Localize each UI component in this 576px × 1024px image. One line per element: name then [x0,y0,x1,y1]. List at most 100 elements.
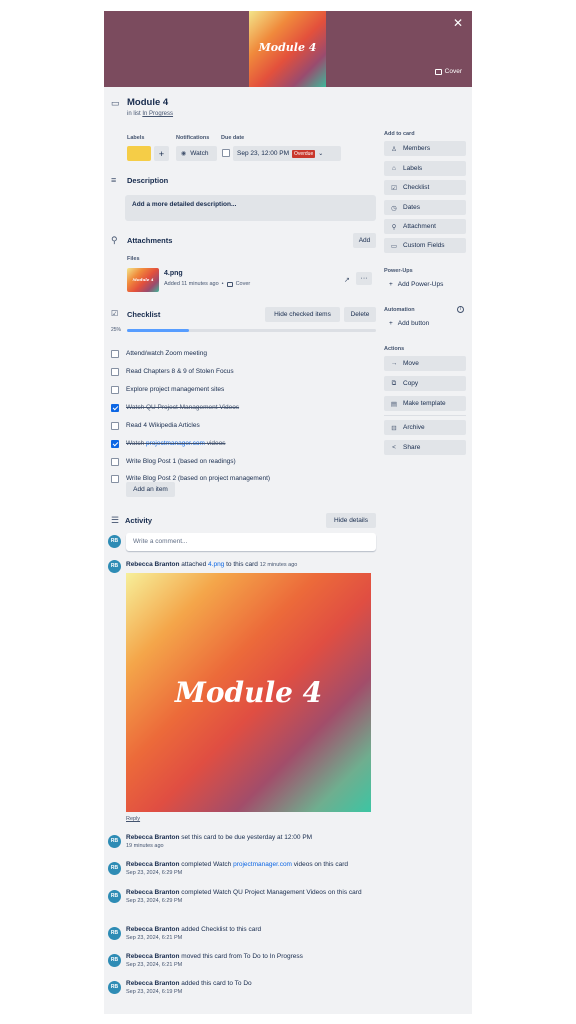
move-button[interactable]: → Move [384,356,466,371]
avatar: RB [108,835,121,848]
checklist-item[interactable]: Watch projectmanager.com videos [126,440,226,447]
add-label-button[interactable]: + [154,146,169,161]
more-icon[interactable]: ··· [356,272,372,285]
in-list: in list In Progress [127,111,173,117]
file-thumbnail[interactable]: Module 4 [127,268,159,292]
close-icon[interactable]: ✕ [451,16,465,30]
checklist-item[interactable]: Read Chapters 8 & 9 of Stolen Focus [126,368,234,375]
activity-link[interactable]: projectmanager.com [233,861,292,868]
activity-text: completed Watch [181,861,232,868]
checklist-item-link[interactable]: projectmanager.com [146,440,205,447]
checklist-item[interactable]: Write Blog Post 1 (based on readings) [126,458,236,465]
labels-label: Labels [403,165,423,172]
overdue-badge: Overdue [292,149,316,158]
checklist-button[interactable]: ☑ Checklist [384,180,466,195]
checklist-item-text: Read 4 Wikipedia Articles [126,422,200,429]
attachment-link[interactable]: 4.png [208,561,224,568]
checklist-item[interactable]: Read 4 Wikipedia Articles [126,422,200,429]
copy-button[interactable]: ⧉ Copy [384,376,466,391]
add-attachment-button[interactable]: Add [353,233,376,248]
paperclip-icon: ⚲ [111,235,118,245]
checklist-item-text: Watch [126,440,145,447]
file-cover-label: Cover [235,281,251,287]
checklist-item-checkbox[interactable] [111,422,119,430]
preview-image-text: Module 4 [174,676,323,709]
attachment-label: Attachment [403,223,436,230]
delete-checklist-button[interactable]: Delete [344,307,376,322]
labels-button[interactable]: ⌂ Labels [384,161,466,176]
activity-entry: Rebecca Branton added this card to To Do… [126,979,376,996]
files-heading: Files [127,256,140,262]
activity-user: Rebecca Branton [126,861,180,868]
description-input[interactable]: Add a more detailed description... [125,195,376,221]
add-item-button[interactable]: Add an item [126,482,175,497]
checklist-item-checkbox[interactable] [111,475,119,483]
activity-user: Rebecca Branton [126,889,180,896]
checklist-item-text: Write Blog Post 2 (based on project mana… [126,475,271,482]
share-label: Share [403,444,421,451]
checklist-item[interactable]: Watch QU Project Management Videos [126,404,239,411]
file-name[interactable]: 4.png [164,270,183,277]
thumbnail-text: Module 4 [132,277,154,282]
avatar: RB [108,890,121,903]
checklist-item-text: Read Chapters 8 & 9 of Stolen Focus [126,368,234,375]
checklist-item-checkbox[interactable] [111,386,119,394]
info-icon[interactable]: i [457,306,464,313]
hide-checked-button[interactable]: Hide checked items [265,307,340,322]
watch-label: Watch [190,150,209,157]
add-to-card-heading: Add to card [384,131,415,137]
due-heading: Due date [221,135,245,141]
add-button-label: Add button [397,320,430,327]
checklist-item-checkbox[interactable] [111,440,119,448]
make-template-button[interactable]: ▤ Make template [384,396,466,411]
list-link[interactable]: In Progress [142,111,173,117]
cover-image: Module 4 [249,11,326,87]
share-button[interactable]: < Share [384,440,466,455]
dates-button[interactable]: ◷ Dates [384,200,466,215]
automation-heading: Automation [384,307,415,313]
activity-attach-post: to this card [226,561,258,568]
checklist-item[interactable]: Write Blog Post 2 (based on project mana… [126,475,270,482]
activity-user: Rebecca Branton [126,834,180,841]
hide-details-button[interactable]: Hide details [326,513,376,528]
attachments-heading: Attachments [127,236,173,245]
attachment-preview-image[interactable]: Module 4 [126,573,371,812]
activity-time: Sep 23, 2024, 6:19 PM [126,989,183,995]
checklist-item[interactable]: Explore project management sites [126,386,224,393]
paperclip-icon: ⚲ [391,223,397,231]
checklist-item-checkbox[interactable] [111,458,119,466]
person-icon: ♙ [391,145,397,153]
card-title[interactable]: Module 4 [127,97,168,108]
activity-attach-pre: attached [181,561,207,568]
due-complete-checkbox[interactable] [222,149,230,157]
checklist-item-checkbox[interactable] [111,404,119,412]
in-list-prefix: in list [127,111,141,117]
label-chip[interactable] [127,146,151,161]
open-external-icon[interactable]: ↗ [344,276,350,284]
avatar: RB [108,560,121,573]
archive-button[interactable]: ⊟ Archive [384,420,466,435]
checklist-item[interactable]: Attend/watch Zoom meeting [126,350,207,357]
reply-link[interactable]: Reply [126,816,140,822]
share-icon: < [392,444,396,451]
add-powerups-button[interactable]: + Add Power-Ups [389,281,443,288]
cover-button[interactable]: Cover [434,68,462,75]
archive-icon: ⊟ [391,424,397,432]
tag-icon: ⌂ [392,165,396,172]
watch-button[interactable]: ◉ Watch [176,146,217,161]
activity-text: added Checklist to this card [181,926,262,933]
members-button[interactable]: ♙ Members [384,141,466,156]
attachment-button[interactable]: ⚲ Attachment [384,219,466,234]
add-button-button[interactable]: + Add button [389,320,429,327]
due-date-button[interactable]: Sep 23, 12:00 PM Overdue ⌄ [233,146,341,161]
checklist-heading: Checklist [127,310,161,319]
avatar: RB [108,927,121,940]
comment-input[interactable]: Write a comment... [126,533,376,551]
custom-fields-button[interactable]: ▭ Custom Fields [384,238,466,253]
card-icon: ▭ [111,98,120,108]
checklist-item-checkbox[interactable] [111,350,119,358]
move-label: Move [403,360,419,367]
activity-time: Sep 23, 2024, 6:21 PM [126,935,183,941]
checklist-item-checkbox[interactable] [111,368,119,376]
activity-time: 12 minutes ago [259,562,298,568]
